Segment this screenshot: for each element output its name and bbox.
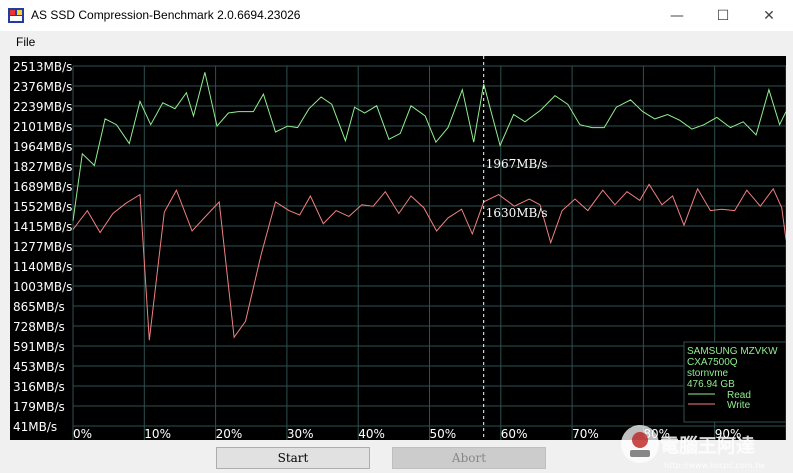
legend-device-line: stornvme [687,368,729,379]
cursor-write-label: 1630MB/s [486,206,548,220]
cursor-read-label: 1967MB/s [486,157,548,171]
x-tick-label: 0% [73,427,92,440]
legend-device-line: SAMSUNG MZVKW [687,346,778,357]
y-tick-label: 1964MB/s [13,140,72,154]
y-tick-label: 1552MB/s [13,200,72,214]
start-button[interactable]: Start [216,447,370,469]
y-tick-label: 453MB/s [13,360,65,374]
menu-bar [0,31,793,53]
y-tick-label: 1140MB/s [13,260,72,274]
maximize-button[interactable]: ☐ [700,0,746,31]
x-tick-label: 40% [358,427,385,440]
minimize-button[interactable]: — [654,0,700,31]
legend-write-label: Write [727,400,751,411]
watermark-url: http://www.kocpc.com.tw [664,461,765,470]
benchmark-chart: 2513MB/s 2376MB/s 2239MB/s 2101MB/s 1964MB/s… [10,56,786,440]
y-tick-label: 1277MB/s [13,240,72,254]
y-tick-label: 179MB/s [13,400,65,414]
window-title: AS SSD Compression-Benchmark 2.0.6694.23… [31,8,301,22]
abort-button[interactable]: Abort [392,447,546,469]
y-tick-label: 1415MB/s [13,220,72,234]
y-tick-label: 1003MB/s [13,280,72,294]
x-tick-label: 30% [287,427,314,440]
x-tick-label: 70% [572,427,599,440]
app-icon [8,8,24,23]
y-tick-label: 1689MB/s [13,180,72,194]
y-tick-label: 2513MB/s [13,60,72,74]
y-tick-label: 865MB/s [13,300,65,314]
x-tick-label: 50% [430,427,457,440]
x-tick-label: 60% [501,427,528,440]
close-button[interactable]: ✕ [746,0,792,31]
legend-device-line: 476.94 GB [687,379,735,390]
watermark-text: 電腦王阿達 [660,434,755,457]
title-bar: AS SSD Compression-Benchmark 2.0.6694.23… [0,0,793,31]
y-tick-label: 591MB/s [13,340,65,354]
legend-device-line: CXA7500Q [687,357,738,368]
y-tick-label: 2376MB/s [13,80,72,94]
menu-file[interactable]: File [16,35,35,49]
x-tick-label: 20% [216,427,243,440]
y-tick-label: 728MB/s [13,320,65,334]
y-tick-label: 2101MB/s [13,120,72,134]
y-tick-label: 316MB/s [13,380,65,394]
watermark: 電腦王阿達 http://www.kocpc.com.tw [621,425,765,470]
y-tick-label: 1827MB/s [13,160,72,174]
y-tick-label: 41MB/s [13,420,57,434]
x-tick-label: 10% [144,427,171,440]
y-tick-label: 2239MB/s [13,100,72,114]
